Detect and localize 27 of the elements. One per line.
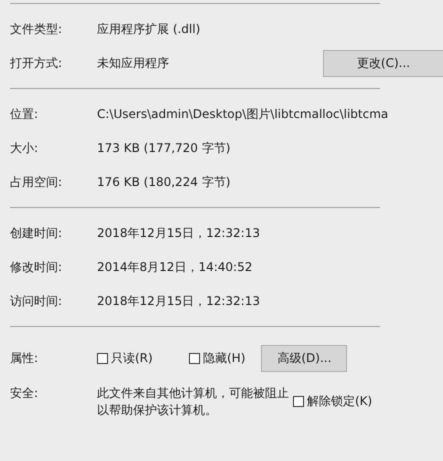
field-label: 打开方式: (10, 54, 64, 72)
checkbox-label[interactable]: 解除锁定(K) (307, 393, 372, 410)
checkbox-label[interactable]: 隐藏(H) (203, 350, 246, 366)
field-label: 安全: (10, 385, 40, 402)
change-button[interactable]: 更改(C)... (323, 50, 443, 76)
field-label: 访问时间: (10, 292, 64, 310)
field-label: 占用空间: (10, 174, 64, 190)
checkbox[interactable] (189, 352, 200, 364)
field-value: 未知应用程序 (97, 54, 169, 72)
field-label: 文件类型: (10, 20, 64, 38)
advanced-button[interactable]: 高级(D)... (261, 344, 348, 372)
field-label: 位置: (10, 106, 40, 122)
field-value: 2018年12月15日，12:32:13 (97, 292, 260, 310)
field-label: 修改时间: (10, 258, 64, 276)
field-value: C:\Users\admin\Desktop\图片\libtcmalloc\libtcma (97, 106, 388, 122)
field-label: 创建时间: (10, 224, 64, 242)
checkbox[interactable] (97, 352, 108, 364)
field-value: 2018年12月15日，12:32:13 (97, 224, 260, 242)
security-message: 此文件来自其他计算机，可能被阻止以帮助保护该计算机。 (97, 385, 290, 419)
field-value: 176 KB (180,224 字节) (97, 174, 230, 190)
field-value: 2014年8月12日，14:40:52 (97, 258, 252, 276)
field-value: 173 KB (177,720 字节) (97, 140, 230, 156)
checkbox[interactable] (293, 396, 304, 407)
checkbox-label[interactable]: 只读(R) (111, 350, 153, 366)
field-label: 大小: (10, 140, 40, 156)
field-value: 应用程序扩展 (.dll) (97, 20, 200, 38)
field-label: 属性: (10, 350, 40, 366)
